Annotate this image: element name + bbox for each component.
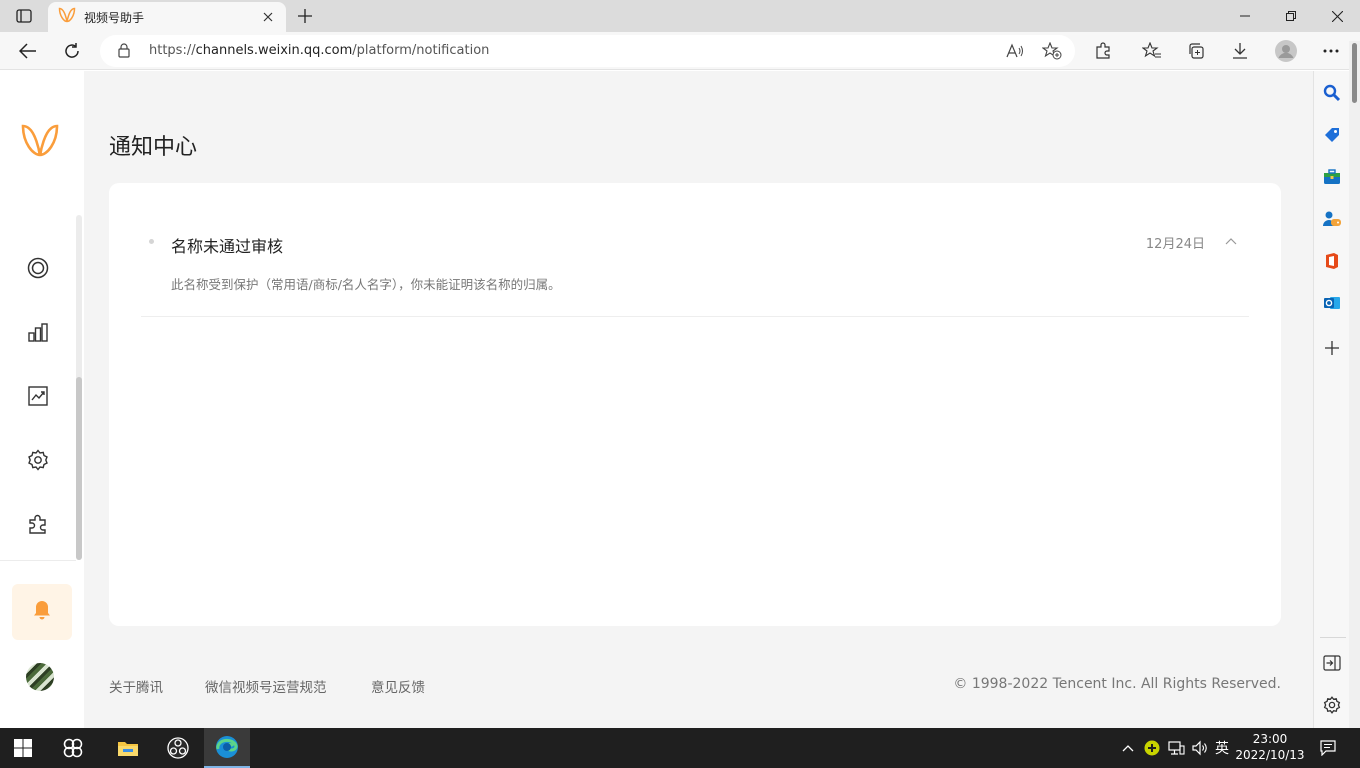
hide-sidebar-icon[interactable] [1322, 653, 1342, 673]
unread-dot [149, 239, 154, 244]
page-scroll-thumb[interactable] [1352, 43, 1357, 103]
tab-actions-icon[interactable] [10, 6, 38, 26]
home-icon[interactable] [24, 254, 52, 282]
channels-logo-icon[interactable] [20, 123, 60, 163]
outlook-icon[interactable] [1322, 293, 1342, 313]
sidebar-scrollbar[interactable] [76, 215, 82, 560]
trend-icon[interactable] [24, 382, 52, 410]
ime-indicator[interactable]: 英 [1212, 738, 1232, 758]
sidebar-scroll-thumb[interactable] [76, 377, 82, 560]
address-bar[interactable]: https://channels.weixin.qq.com/platform/… [100, 35, 1075, 67]
footer-link-rules[interactable]: 微信视频号运营规范 [205, 676, 327, 696]
tab-close-icon[interactable] [260, 9, 276, 25]
collapse-chevron-up-icon[interactable] [1223, 233, 1239, 249]
title-bar: 视频号助手 [0, 0, 1360, 32]
profile-avatar-icon[interactable] [1275, 40, 1297, 62]
shopping-tag-icon[interactable] [1322, 125, 1342, 145]
notification-card: 名称未通过审核 12月24日 此名称受到保护（常用语/商标/名人名字），你未能证… [109, 183, 1281, 626]
tools-briefcase-icon[interactable] [1322, 167, 1342, 187]
bell-icon [33, 600, 51, 624]
clock-time: 23:00 [1252, 732, 1288, 746]
add-sidebar-app-icon[interactable] [1322, 338, 1342, 358]
copyright-text: © 1998-2022 Tencent Inc. All Rights Rese… [953, 676, 1281, 692]
edge-sidebar-divider [1320, 637, 1346, 638]
downloads-icon[interactable] [1229, 40, 1251, 62]
windows-taskbar: 英 23:00 2022/10/13 [0, 728, 1360, 768]
restore-icon[interactable] [1268, 0, 1314, 32]
user-avatar[interactable] [26, 663, 54, 691]
add-favorite-icon[interactable] [1042, 41, 1062, 61]
read-aloud-icon[interactable] [1005, 41, 1025, 61]
search-icon[interactable] [1322, 83, 1342, 103]
extensions-icon[interactable] [1092, 40, 1114, 62]
sidebar-divider [0, 560, 76, 561]
navigation-bar: https://channels.weixin.qq.com/platform/… [0, 32, 1360, 70]
url-host: channels.weixin.qq.com [195, 43, 353, 58]
url-text[interactable]: https://channels.weixin.qq.com/platform/… [149, 43, 489, 58]
back-icon[interactable] [14, 37, 42, 65]
settings-gear-icon[interactable] [24, 446, 52, 474]
notification-body: 此名称受到保护（常用语/商标/名人名字），你未能证明该名称的归属。 [171, 277, 561, 292]
url-scheme: https:// [149, 43, 196, 58]
games-icon[interactable] [1322, 209, 1342, 229]
sidebar-settings-gear-icon[interactable] [1322, 695, 1342, 715]
network-icon[interactable] [1166, 738, 1186, 758]
footer-link-feedback[interactable]: 意见反馈 [371, 676, 425, 696]
notification-title: 名称未通过审核 [171, 237, 284, 256]
volume-icon[interactable] [1190, 738, 1210, 758]
pinwheel-app-icon[interactable] [50, 728, 96, 768]
more-menu-icon[interactable] [1320, 40, 1342, 62]
obs-studio-icon[interactable] [155, 728, 201, 768]
page-title: 通知中心 [109, 135, 198, 160]
refresh-icon[interactable] [58, 37, 86, 65]
page-viewport: 通知中心 名称未通过审核 12月24日 此名称受到保护（常用语/商标/名人名字）… [0, 71, 1313, 728]
file-explorer-icon[interactable] [105, 728, 151, 768]
left-sidebar [0, 71, 84, 728]
data-chart-icon[interactable] [24, 318, 52, 346]
lock-icon[interactable] [118, 43, 130, 62]
notification-date: 12月24日 [1145, 237, 1205, 252]
minimize-icon[interactable] [1222, 0, 1268, 32]
notification-bell-button[interactable] [12, 584, 72, 640]
notification-item[interactable]: 名称未通过审核 12月24日 此名称受到保护（常用语/商标/名人名字），你未能证… [141, 223, 1249, 317]
tray-app-plus-icon[interactable] [1142, 738, 1162, 758]
tab-title: 视频号助手 [84, 10, 145, 25]
favorites-icon[interactable] [1141, 40, 1163, 62]
tab-favicon-icon [58, 7, 76, 27]
plugin-puzzle-icon[interactable] [24, 510, 52, 538]
tray-chevron-up-icon[interactable] [1118, 738, 1138, 758]
collections-icon[interactable] [1185, 40, 1207, 62]
footer-link-about[interactable]: 关于腾讯 [109, 676, 163, 696]
page-scrollbar[interactable] [1349, 41, 1360, 728]
edge-sidebar [1313, 71, 1349, 728]
start-windows-icon[interactable] [0, 728, 46, 768]
clock-date: 2022/10/13 [1235, 748, 1305, 762]
office-icon[interactable] [1322, 251, 1342, 271]
url-path: /platform/notification [352, 43, 490, 58]
new-tab-icon[interactable] [294, 5, 316, 27]
close-window-icon[interactable] [1314, 0, 1360, 32]
action-center-icon[interactable] [1318, 738, 1338, 758]
taskbar-clock[interactable]: 23:00 2022/10/13 [1232, 731, 1308, 763]
edge-browser-icon[interactable] [204, 728, 250, 768]
browser-tab[interactable]: 视频号助手 [48, 2, 286, 32]
